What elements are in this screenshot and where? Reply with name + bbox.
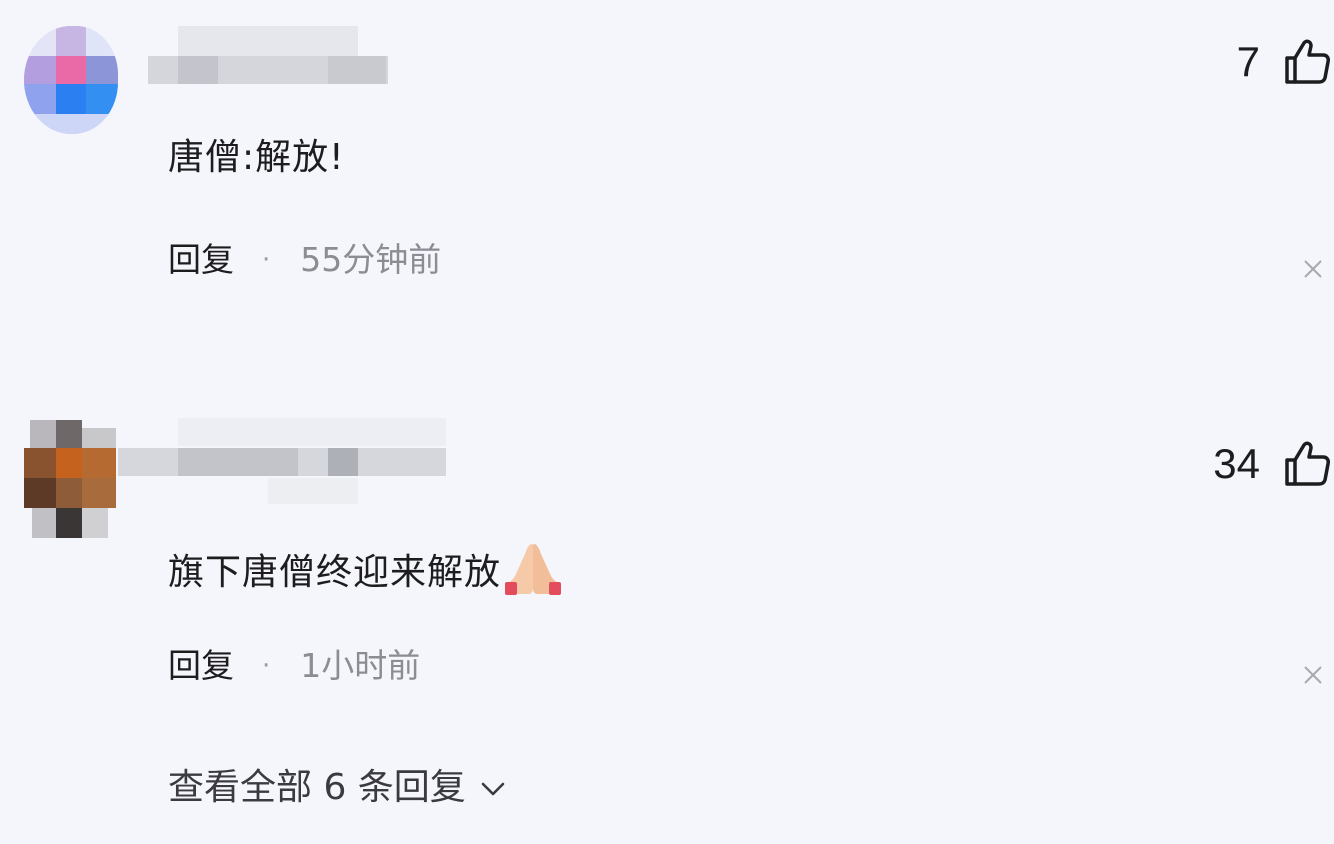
- view-all-replies-label: 查看全部 6 条回复: [168, 767, 466, 808]
- avatar[interactable]: [24, 26, 118, 134]
- close-icon[interactable]: [1300, 256, 1326, 282]
- thumbs-up-icon[interactable]: [1282, 438, 1332, 488]
- comment-text-body: 旗下唐僧终迎来解放: [168, 552, 502, 593]
- comment-item: 34 旗下唐僧终迎来解放 回复 · 1小时前: [0, 400, 1334, 750]
- timestamp: 1小时前: [300, 646, 421, 685]
- username[interactable]: [118, 418, 458, 508]
- reply-button[interactable]: 回复: [168, 646, 234, 686]
- comment-text: 旗下唐僧终迎来解放: [168, 540, 563, 596]
- like-count: 7: [1236, 38, 1260, 85]
- comment-text: 唐僧:解放!: [168, 137, 345, 178]
- username[interactable]: [148, 26, 448, 116]
- view-all-replies-button[interactable]: 查看全部 6 条回复: [168, 764, 508, 812]
- avatar[interactable]: [24, 420, 116, 538]
- thumbs-up-icon[interactable]: [1282, 36, 1332, 86]
- reply-button[interactable]: 回复: [168, 240, 234, 280]
- comment-meta: 回复 · 1小时前: [168, 646, 420, 686]
- comment-meta: 回复 · 55分钟前: [168, 240, 441, 280]
- separator-dot: ·: [262, 245, 271, 275]
- comment-item: 7 唐僧:解放! 回复 · 55分钟前: [0, 0, 1334, 380]
- separator-dot: ·: [262, 651, 271, 681]
- folded-hands-icon: [505, 544, 562, 595]
- timestamp: 55分钟前: [300, 240, 442, 279]
- like-count: 34: [1213, 440, 1260, 487]
- chevron-down-icon: [481, 782, 505, 796]
- close-icon[interactable]: [1300, 662, 1326, 688]
